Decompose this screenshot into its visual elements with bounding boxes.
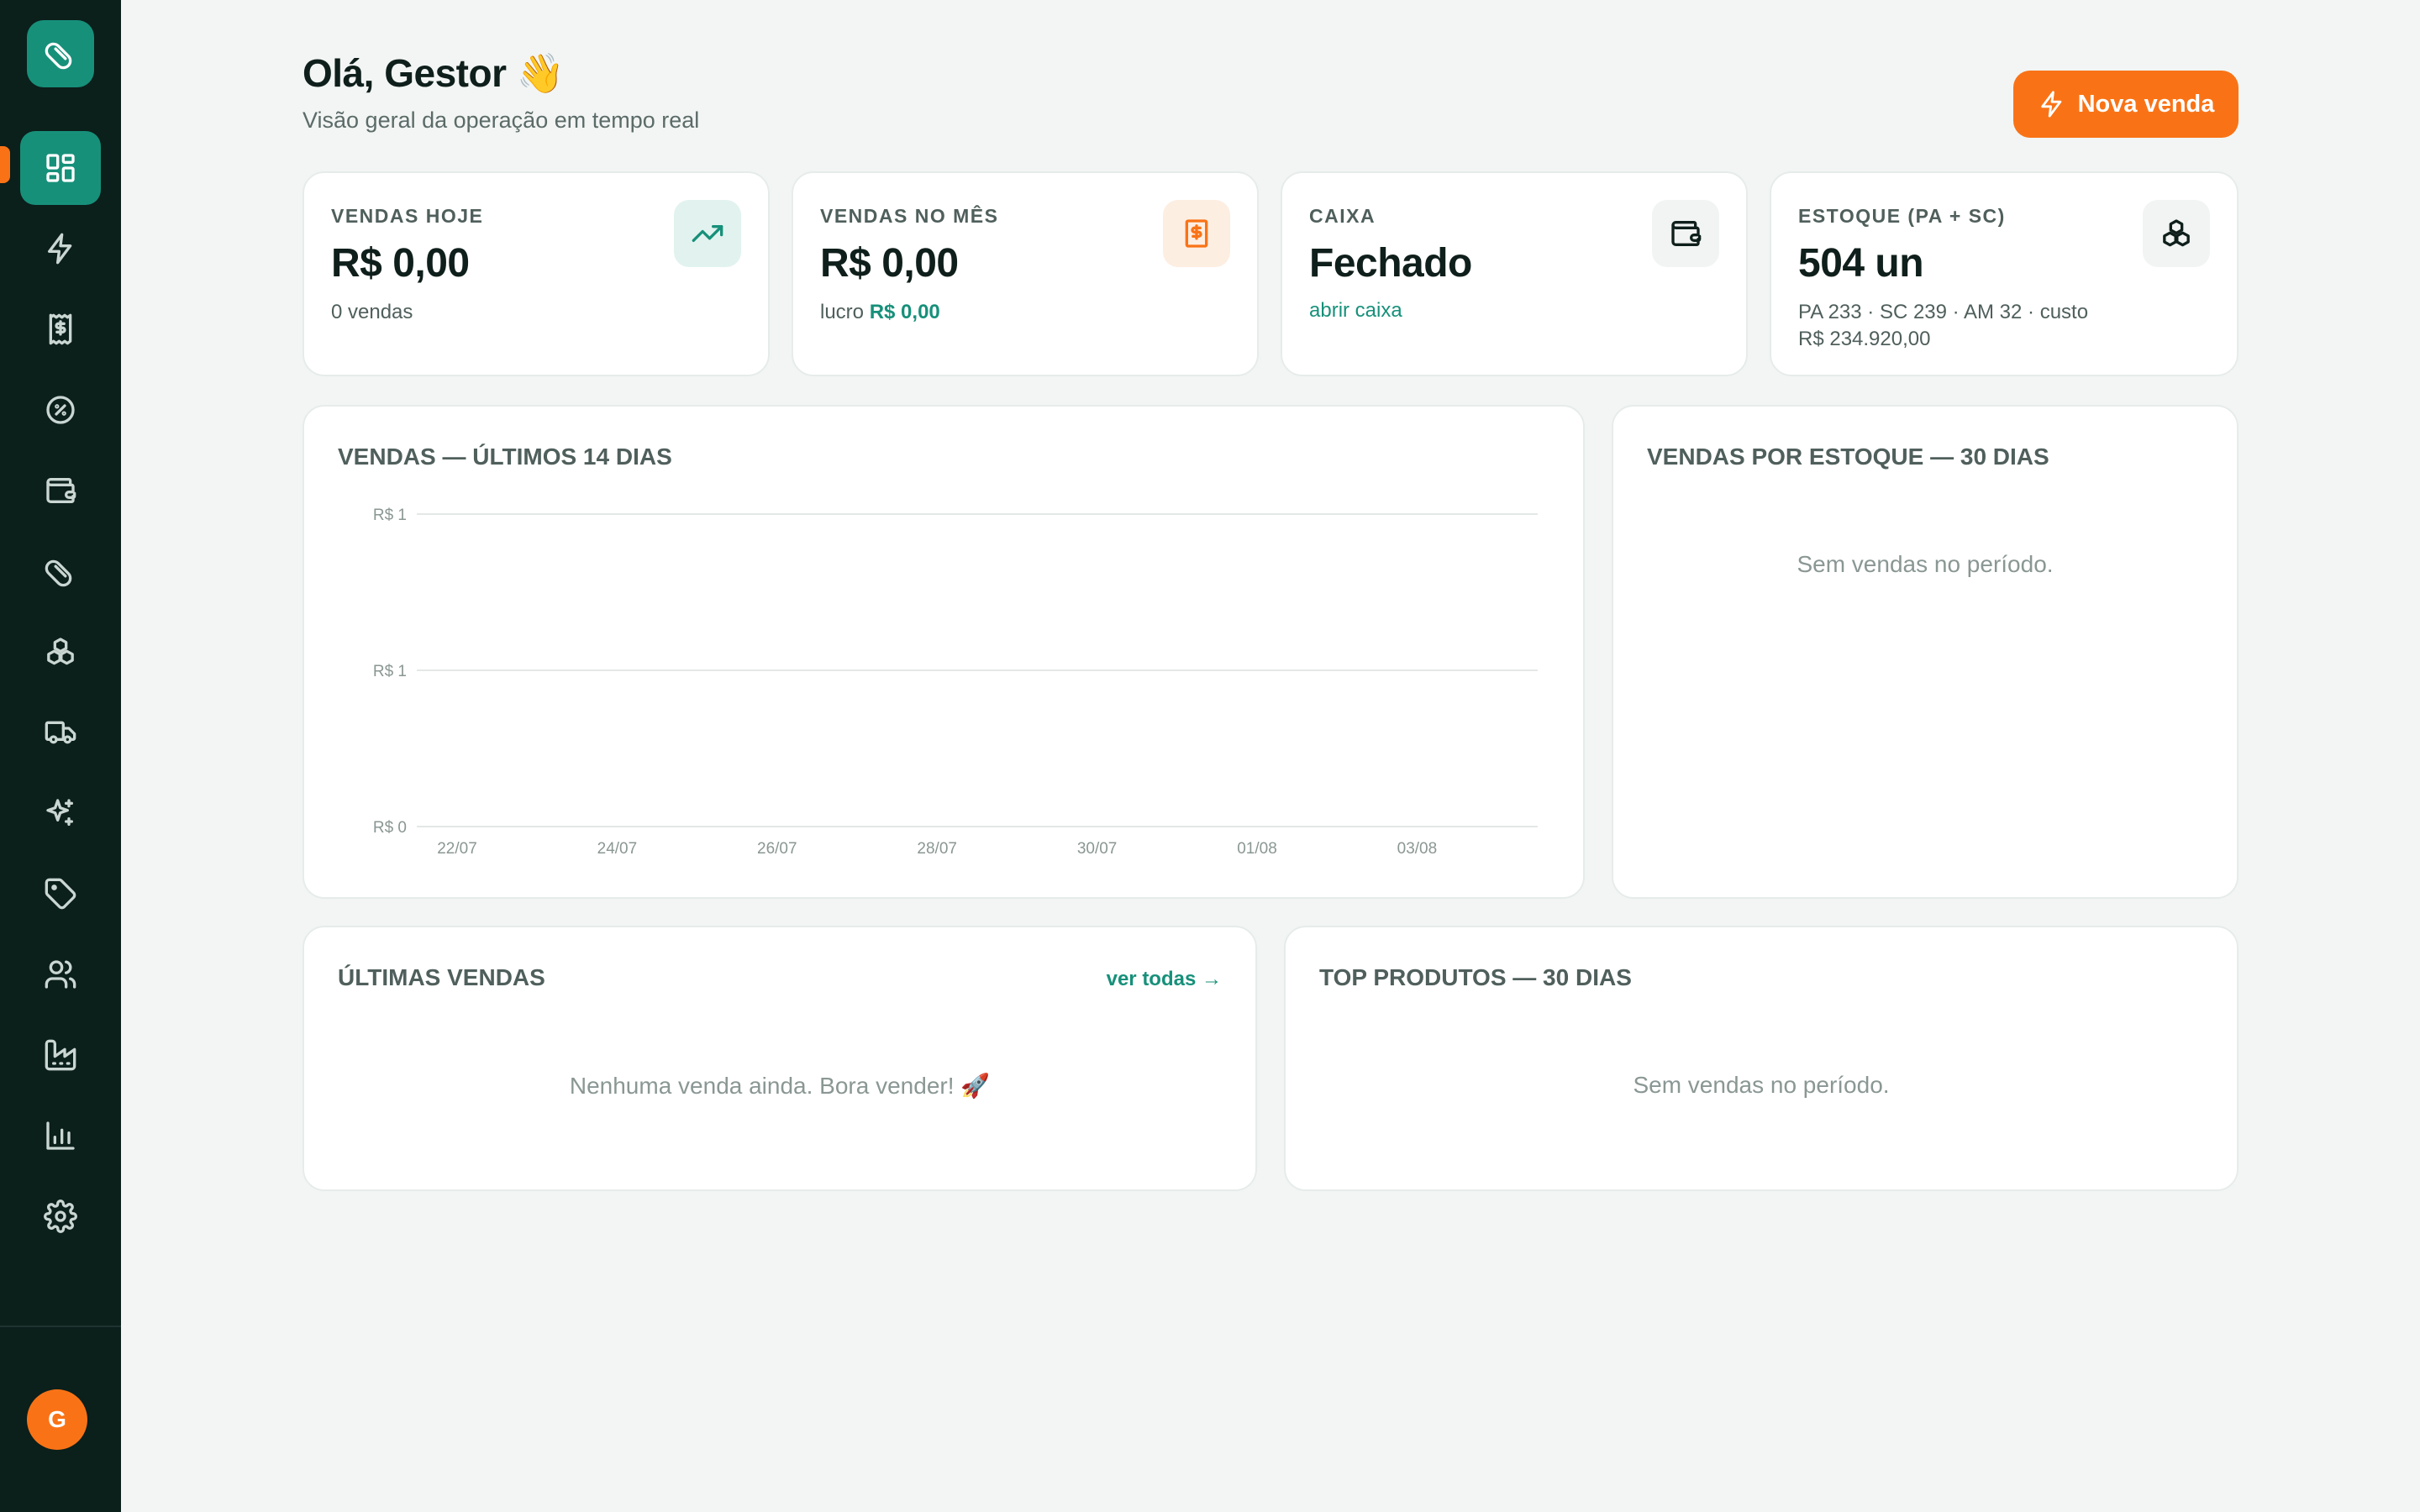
boxes-icon	[2163, 219, 2190, 247]
page-subtitle: Visão geral da operação em tempo real	[302, 108, 700, 133]
stock-sales-title: VENDAS POR ESTOQUE — 30 DIAS	[1647, 444, 2049, 470]
kpi-icon-badge	[1163, 200, 1230, 267]
receipt-icon	[49, 313, 72, 345]
kpi-label: ESTOQUE (PA + SC)	[1798, 205, 2006, 227]
sidebar-item-suppliers[interactable]	[0, 1015, 121, 1095]
kpi-icon-badge	[1652, 200, 1719, 267]
sidebar-item-cash-register[interactable]	[0, 450, 121, 531]
stock-sales-card: VENDAS POR ESTOQUE — 30 DIAS Sem vendas …	[1612, 405, 2238, 899]
page-title: Olá, Gestor 👋	[302, 51, 565, 95]
kpi-card-sales-month: VENDAS NO MÊS R$ 0,00 lucro R$ 0,00	[792, 171, 1259, 376]
new-sale-label: Nova venda	[2077, 90, 2215, 118]
kpi-icon-badge	[2143, 200, 2210, 267]
kpi-subtext: lucro R$ 0,00	[820, 299, 940, 326]
x-tick-label: 28/07	[917, 840, 957, 858]
trending-up-icon	[692, 225, 723, 242]
last-sales-card: ÚLTIMAS VENDAS ver todas → Nenhuma venda…	[302, 926, 1257, 1191]
sidebar-item-receipts[interactable]	[0, 289, 121, 370]
bar-chart-icon	[46, 1121, 75, 1150]
factory-icon	[45, 1039, 76, 1071]
open-cash-link[interactable]: abrir caixa	[1309, 299, 1402, 323]
user-avatar[interactable]: G	[27, 1389, 87, 1450]
gear-icon	[44, 1200, 77, 1233]
sidebar-item-products[interactable]	[0, 531, 121, 612]
kpi-value: 504 un	[1798, 241, 1924, 286]
sidebar-item-ai[interactable]	[0, 773, 121, 853]
truck-icon	[45, 721, 76, 744]
app-logo[interactable]	[27, 20, 94, 87]
kpi-card-sales-today: VENDAS HOJE R$ 0,00 0 vendas	[302, 171, 770, 376]
kpi-value: R$ 0,00	[820, 241, 959, 286]
users-icon	[45, 960, 76, 989]
kpi-card-cash: CAIXA Fechado abrir caixa	[1281, 171, 1748, 376]
bolt-icon	[48, 233, 72, 265]
sales-line-chart: R$ 1 R$ 1 R$ 0 22/07 24/07 26/07 28/07 30/07 01/…	[373, 507, 1538, 858]
sidebar-nav	[0, 128, 121, 1257]
receipt-icon	[1185, 219, 1208, 248]
kpi-icon-badge	[674, 200, 741, 267]
sidebar-item-settings[interactable]	[0, 1176, 121, 1257]
stock-cost: R$ 234.920,00	[1798, 328, 1931, 350]
wallet-icon	[46, 478, 76, 503]
kpi-label: VENDAS HOJE	[331, 205, 484, 227]
kpi-value: R$ 0,00	[331, 241, 470, 286]
top-products-card: TOP PRODUTOS — 30 DIAS Sem vendas no per…	[1284, 926, 2238, 1191]
y-tick-label: R$ 0	[373, 819, 407, 837]
sidebar-item-deliveries[interactable]	[0, 692, 121, 773]
sales-chart-card: VENDAS — ÚLTIMOS 14 DIAS R$ 1 R$ 1 R$ 0 22/…	[302, 405, 1585, 899]
x-tick-label: 22/07	[437, 840, 477, 858]
boxes-icon	[47, 638, 74, 665]
x-tick-label: 01/08	[1237, 840, 1277, 858]
y-tick-label: R$ 1	[373, 663, 407, 680]
kpi-card-stock: ESTOQUE (PA + SC) 504 un PA 233 · SC 239…	[1770, 171, 2238, 376]
top-products-empty: Sem vendas no período.	[1633, 1072, 1890, 1098]
x-tick-label: 30/07	[1077, 840, 1118, 858]
sidebar: G	[0, 0, 121, 1512]
kpi-label: CAIXA	[1309, 205, 1376, 227]
sidebar-item-customers[interactable]	[0, 934, 121, 1015]
pill-icon	[45, 42, 72, 70]
discount-icon	[46, 396, 75, 424]
x-tick-label: 26/07	[757, 840, 797, 858]
sidebar-divider	[0, 1326, 121, 1327]
sidebar-item-stock[interactable]	[0, 612, 121, 692]
stock-sales-empty: Sem vendas no período.	[1797, 551, 2054, 577]
wallet-icon	[1671, 221, 1702, 246]
grid-icon	[46, 154, 75, 182]
last-sales-empty: Nenhuma venda ainda. Bora vender! 🚀	[569, 1073, 991, 1099]
profit-label: lucro	[820, 301, 865, 323]
tag-icon	[45, 878, 76, 910]
sidebar-item-discounts[interactable]	[0, 370, 121, 450]
last-sales-title: ÚLTIMAS VENDAS	[338, 964, 545, 990]
sidebar-item-tags[interactable]	[0, 853, 121, 934]
pill-icon	[45, 559, 72, 587]
x-tick-label: 24/07	[597, 840, 638, 858]
top-products-title: TOP PRODUTOS — 30 DIAS	[1319, 964, 1632, 990]
new-sale-button[interactable]: Nova venda	[2013, 71, 2238, 138]
sparkles-icon	[46, 799, 74, 826]
stock-breakdown: PA 233 · SC 239 · AM 32 · custo	[1798, 301, 2089, 323]
sidebar-item-dashboard[interactable]	[0, 128, 121, 208]
see-all-link[interactable]: ver todas →	[1107, 968, 1222, 991]
kpi-subtext: 0 vendas	[331, 301, 413, 323]
kpi-value: Fechado	[1309, 241, 1472, 286]
bolt-icon	[2040, 91, 2061, 118]
kpi-subtext: PA 233 · SC 239 · AM 32 · custo R$ 234.9…	[1798, 299, 2088, 353]
profit-value: R$ 0,00	[869, 301, 940, 323]
y-tick-label: R$ 1	[373, 507, 407, 524]
sidebar-item-sales[interactable]	[0, 208, 121, 289]
kpi-label: VENDAS NO MÊS	[820, 205, 999, 227]
x-tick-label: 03/08	[1397, 840, 1438, 858]
sidebar-item-reports[interactable]	[0, 1095, 121, 1176]
